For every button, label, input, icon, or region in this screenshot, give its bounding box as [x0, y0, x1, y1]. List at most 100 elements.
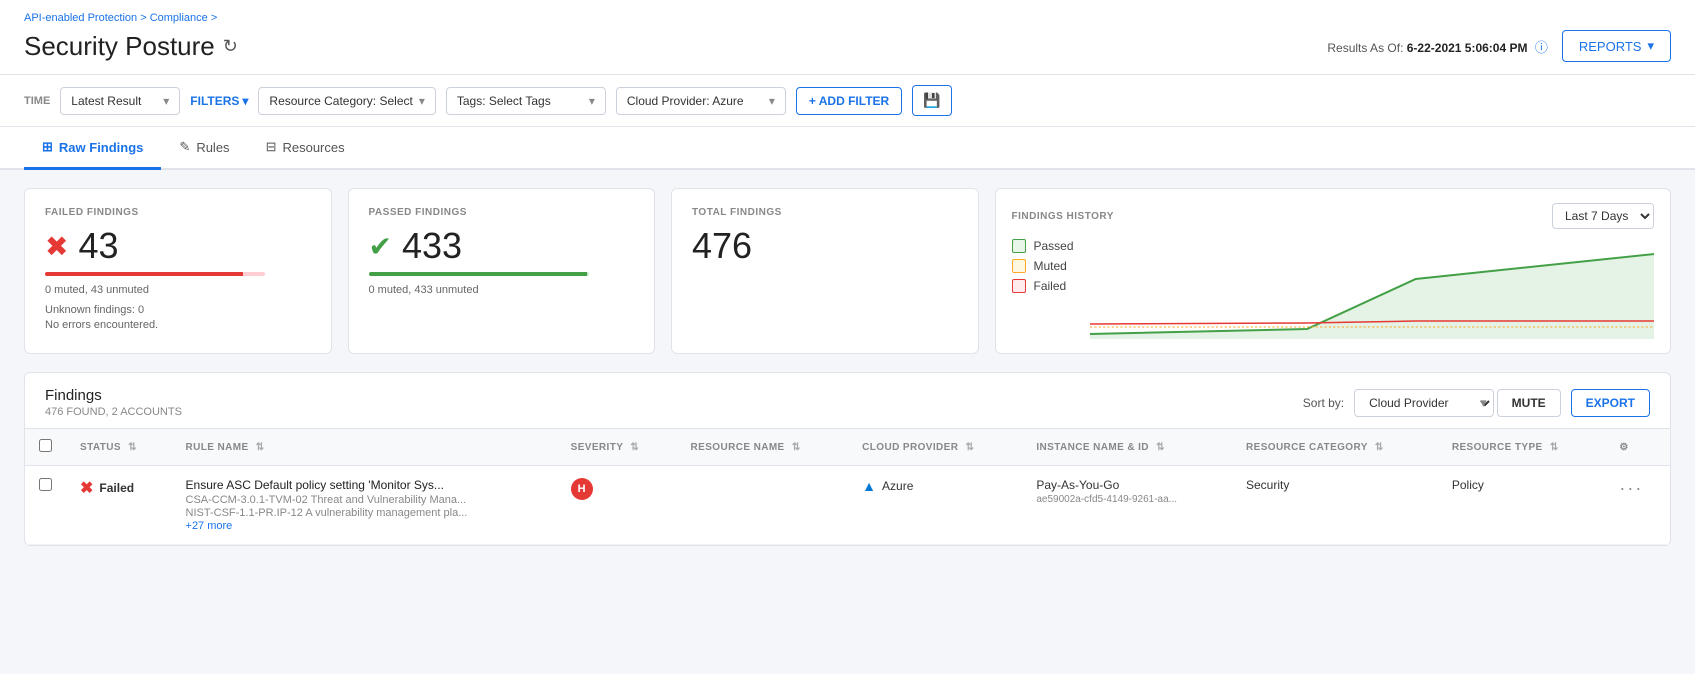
cloud-provider-cell: ▲ Azure	[848, 466, 1022, 545]
failed-sub2: Unknown findings: 0	[45, 304, 311, 316]
sort-icon: ⇅	[128, 442, 137, 453]
resource-type-col-header[interactable]: RESOURCE TYPE ⇅	[1438, 429, 1605, 466]
grid-icon: ⊞	[42, 139, 53, 155]
chevron-down-icon: ▾	[589, 94, 595, 108]
save-icon: 💾	[923, 92, 940, 108]
findings-table: STATUS ⇅ RULE NAME ⇅ SEVERITY ⇅ RESOUR	[25, 429, 1670, 545]
status-cell: ✖ Failed	[66, 466, 172, 545]
cloud-provider-dropdown[interactable]: Cloud Provider: Azure ▾	[616, 87, 786, 115]
page-title: Security Posture ↻	[24, 31, 238, 62]
breadcrumb-part2[interactable]: Compliance	[150, 12, 208, 24]
status-col-header[interactable]: STATUS ⇅	[66, 429, 172, 466]
resource-category-dropdown[interactable]: Resource Category: Select ▾	[258, 87, 435, 115]
more-options-button[interactable]: ···	[1619, 478, 1643, 498]
reports-button[interactable]: REPORTS ▾	[1562, 30, 1671, 62]
passed-legend-box	[1012, 239, 1026, 253]
severity-cell: H	[557, 466, 677, 545]
rule-name-cell: Ensure ASC Default policy setting 'Monit…	[172, 466, 557, 545]
passed-bar	[369, 272, 589, 276]
sort-icon: ⇅	[630, 442, 639, 453]
tab-resources[interactable]: ⊟ Resources	[248, 127, 363, 170]
filters-label[interactable]: FILTERS ▾	[190, 94, 248, 108]
failed-sub1: 0 muted, 43 unmuted	[45, 284, 311, 296]
resource-name-col-header[interactable]: RESOURCE NAME ⇅	[677, 429, 849, 466]
tabs-row: ⊞ Raw Findings ✎ Rules ⊟ Resources	[0, 127, 1695, 170]
tags-dropdown[interactable]: Tags: Select Tags ▾	[446, 87, 606, 115]
failed-sub3: No errors encountered.	[45, 319, 311, 331]
select-all-checkbox-col[interactable]	[25, 429, 66, 466]
failed-findings-card: FAILED FINDINGS ✖ 43 0 muted, 43 unmuted…	[24, 188, 332, 354]
add-filter-button[interactable]: + ADD FILTER	[796, 87, 902, 115]
chevron-down-icon: ▾	[419, 94, 425, 108]
findings-chart	[1090, 239, 1654, 339]
tab-rules[interactable]: ✎ Rules	[161, 127, 247, 170]
list-icon: ⊟	[266, 139, 277, 155]
rule-name-text[interactable]: Ensure ASC Default policy setting 'Monit…	[186, 478, 543, 492]
history-title: FINDINGS HISTORY	[1012, 211, 1114, 222]
row-checkbox[interactable]	[39, 478, 52, 491]
findings-history-card: FINDINGS HISTORY Last 7 Days Passed Mute…	[995, 188, 1672, 354]
findings-title: Findings	[45, 387, 182, 404]
instance-name-text: Pay-As-You-Go	[1036, 478, 1218, 492]
chevron-down-icon: ▾	[1647, 38, 1654, 54]
severity-badge: H	[571, 478, 593, 500]
rule-name-col-header[interactable]: RULE NAME ⇅	[172, 429, 557, 466]
table-row: ✖ Failed Ensure ASC Default policy setti…	[25, 466, 1670, 545]
latest-result-dropdown[interactable]: Latest Result ▾	[60, 87, 180, 115]
time-label: TIME	[24, 95, 50, 107]
sort-icon: ⇅	[1550, 442, 1559, 453]
chevron-down-icon: ▾	[242, 94, 248, 108]
instance-name-col-header[interactable]: INSTANCE NAME & ID ⇅	[1022, 429, 1232, 466]
instance-id-text: ae59002a-cfd5-4149-9261-aa...	[1036, 494, 1218, 505]
results-as-of: Results As Of: 6-22-2021 5:06:04 PM ⓘ	[1327, 37, 1547, 56]
sort-icon: ⇅	[966, 442, 975, 453]
total-count: 476	[692, 228, 752, 264]
gear-icon[interactable]: ⚙	[1619, 442, 1628, 453]
select-all-checkbox[interactable]	[39, 439, 52, 452]
rule-sub1: CSA-CCM-3.0.1-TVM-02 Threat and Vulnerab…	[186, 494, 543, 506]
total-findings-card: TOTAL FINDINGS 476	[671, 188, 979, 354]
chevron-down-icon: ▾	[769, 94, 775, 108]
cloud-provider-col-header[interactable]: CLOUD PROVIDER ⇅	[848, 429, 1022, 466]
row-checkbox-cell[interactable]	[25, 466, 66, 545]
failed-findings-label: FAILED FINDINGS	[45, 207, 311, 218]
breadcrumb: API-enabled Protection > Compliance >	[24, 12, 1671, 24]
legend-passed: Passed	[1012, 239, 1074, 253]
pass-icon: ✔	[369, 230, 392, 263]
resource-category-col-header[interactable]: RESOURCE CATEGORY ⇅	[1232, 429, 1438, 466]
breadcrumb-sep2: >	[211, 12, 217, 24]
legend-muted: Muted	[1012, 259, 1074, 273]
severity-col-header[interactable]: SEVERITY ⇅	[557, 429, 677, 466]
sort-by-dropdown[interactable]: Cloud Provider	[1354, 389, 1494, 417]
breadcrumb-sep1: >	[140, 12, 149, 24]
rule-more-link[interactable]: +27 more	[186, 520, 543, 532]
pencil-icon: ✎	[179, 139, 190, 155]
legend-failed: Failed	[1012, 279, 1074, 293]
failed-bar	[45, 272, 265, 276]
save-filter-button[interactable]: 💾	[912, 85, 951, 116]
resource-category-cell: Security	[1232, 466, 1438, 545]
mute-button[interactable]: MUTE	[1497, 389, 1561, 417]
passed-findings-card: PASSED FINDINGS ✔ 433 0 muted, 433 unmut…	[348, 188, 656, 354]
export-button[interactable]: EXPORT	[1571, 389, 1650, 417]
sort-icon: ⇅	[792, 442, 801, 453]
tab-raw-findings[interactable]: ⊞ Raw Findings	[24, 127, 161, 170]
settings-col-header[interactable]: ⚙	[1605, 429, 1670, 466]
row-actions-cell[interactable]: ···	[1605, 466, 1670, 545]
sort-icon: ⇅	[1375, 442, 1384, 453]
passed-findings-label: PASSED FINDINGS	[369, 207, 635, 218]
rule-sub2: NIST-CSF-1.1-PR.IP-12 A vulnerability ma…	[186, 507, 543, 519]
findings-table-section: Findings 476 FOUND, 2 ACCOUNTS Sort by: …	[24, 372, 1671, 546]
findings-subtitle: 476 FOUND, 2 ACCOUNTS	[45, 406, 182, 418]
history-period-dropdown[interactable]: Last 7 Days	[1552, 203, 1654, 229]
refresh-icon[interactable]: ↻	[223, 36, 238, 57]
failed-count: 43	[78, 228, 118, 264]
muted-legend-box	[1012, 259, 1026, 273]
toolbar: TIME Latest Result ▾ FILTERS ▾ Resource …	[0, 75, 1695, 127]
azure-icon: ▲	[862, 478, 876, 494]
breadcrumb-part1[interactable]: API-enabled Protection	[24, 12, 137, 24]
fail-icon: ✖	[45, 230, 68, 263]
sort-icon: ⇅	[256, 442, 265, 453]
chart-legend: Passed Muted Failed	[1012, 239, 1074, 331]
instance-name-cell: Pay-As-You-Go ae59002a-cfd5-4149-9261-aa…	[1022, 466, 1232, 545]
